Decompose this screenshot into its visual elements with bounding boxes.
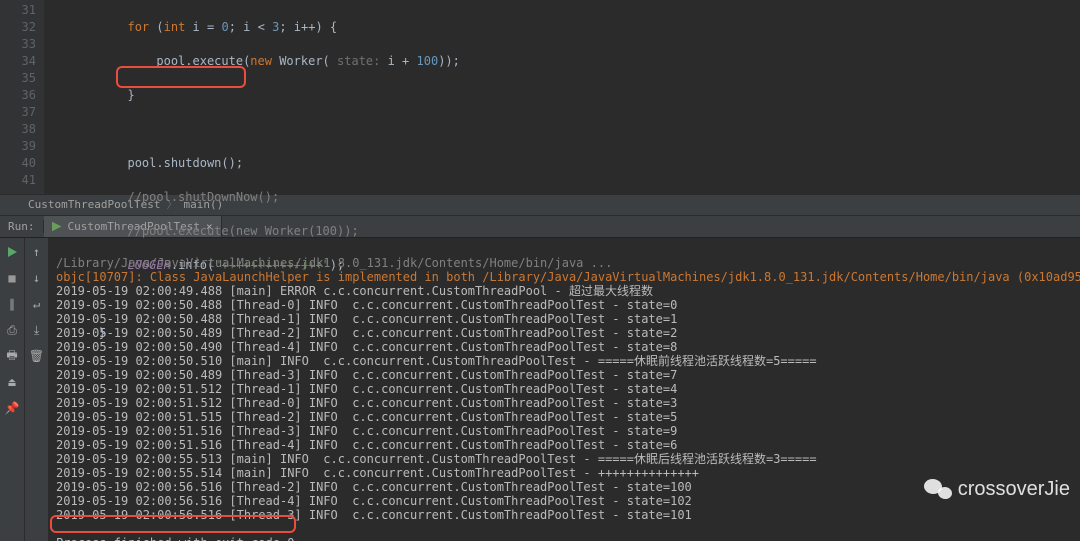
console-log-line: 2019-05-19 02:00:51.512 [Thread-1] INFO … <box>56 382 677 396</box>
console-output[interactable]: /Library/Java/JavaVirtualMachines/jdk1.8… <box>48 238 1080 541</box>
dump-icon[interactable]: ⎙ <box>4 322 20 338</box>
console-log-line: 2019-05-19 02:00:51.516 [Thread-4] INFO … <box>56 438 677 452</box>
console-log-line: 2019-05-19 02:00:56.516 [Thread-3] INFO … <box>56 508 692 522</box>
clear-icon[interactable]: 🗑 <box>29 348 45 364</box>
code-editor[interactable]: 31 32 33 34 35 36 37 38 39 40 41 for (in… <box>0 0 1080 194</box>
run-toolbar-primary: ■ ∥ ⎙ 🖶 ⏏ 📌 <box>0 238 24 541</box>
rerun-icon[interactable] <box>4 244 20 260</box>
console-log-line: 2019-05-19 02:00:56.516 [Thread-2] INFO … <box>56 480 692 494</box>
console-log-line: 2019-05-19 02:00:50.510 [main] INFO c.c.… <box>56 354 817 368</box>
console-log-line: 2019-05-19 02:00:50.488 [Thread-1] INFO … <box>56 312 677 326</box>
soft-wrap-icon[interactable]: ↵ <box>29 296 45 312</box>
pause-icon[interactable]: ∥ <box>4 296 20 312</box>
console-exit-line: Process finished with exit code 0 <box>56 536 294 541</box>
code-area[interactable]: for (int i = 0; i < 3; i++) { pool.execu… <box>44 0 1080 194</box>
console-log-line: 2019-05-19 02:00:49.488 [main] ERROR c.c… <box>56 284 653 298</box>
print-icon[interactable]: 🖶 <box>4 348 20 364</box>
console-log-line: 2019-05-19 02:00:51.512 [Thread-0] INFO … <box>56 396 677 410</box>
console-log-line: 2019-05-19 02:00:51.516 [Thread-3] INFO … <box>56 424 677 438</box>
exit-icon[interactable]: ⏏ <box>4 374 20 390</box>
console-objc-warning: objc[10707]: Class JavaLaunchHelper is i… <box>56 270 1080 284</box>
console-log-line: 2019-05-19 02:00:51.515 [Thread-2] INFO … <box>56 410 677 424</box>
scroll-down-icon[interactable]: ↓ <box>29 270 45 286</box>
console-log-line: 2019-05-19 02:00:50.489 [Thread-2] INFO … <box>56 326 677 340</box>
console-log-line: 2019-05-19 02:00:55.514 [main] INFO c.c.… <box>56 466 699 480</box>
console-log-line: 2019-05-19 02:00:50.488 [Thread-0] INFO … <box>56 298 677 312</box>
run-label: Run: <box>0 220 44 233</box>
console-log-line: 2019-05-19 02:00:50.489 [Thread-3] INFO … <box>56 368 677 382</box>
pin-icon[interactable]: 📌 <box>4 400 20 416</box>
console-log-line: 2019-05-19 02:00:56.516 [Thread-4] INFO … <box>56 494 692 508</box>
scroll-to-end-icon[interactable]: ⤓ <box>29 322 45 338</box>
stop-icon[interactable]: ■ <box>4 270 20 286</box>
console-log-line: 2019-05-19 02:00:55.513 [main] INFO c.c.… <box>56 452 817 466</box>
scroll-up-icon[interactable]: ↑ <box>29 244 45 260</box>
console-command-line: /Library/Java/JavaVirtualMachines/jdk1.8… <box>56 256 612 270</box>
console-log-line: 2019-05-19 02:00:50.490 [Thread-4] INFO … <box>56 340 677 354</box>
run-toolbar-secondary: ↑ ↓ ↵ ⤓ 🗑 <box>24 238 48 541</box>
line-number-gutter: 31 32 33 34 35 36 37 38 39 40 41 <box>0 0 44 194</box>
